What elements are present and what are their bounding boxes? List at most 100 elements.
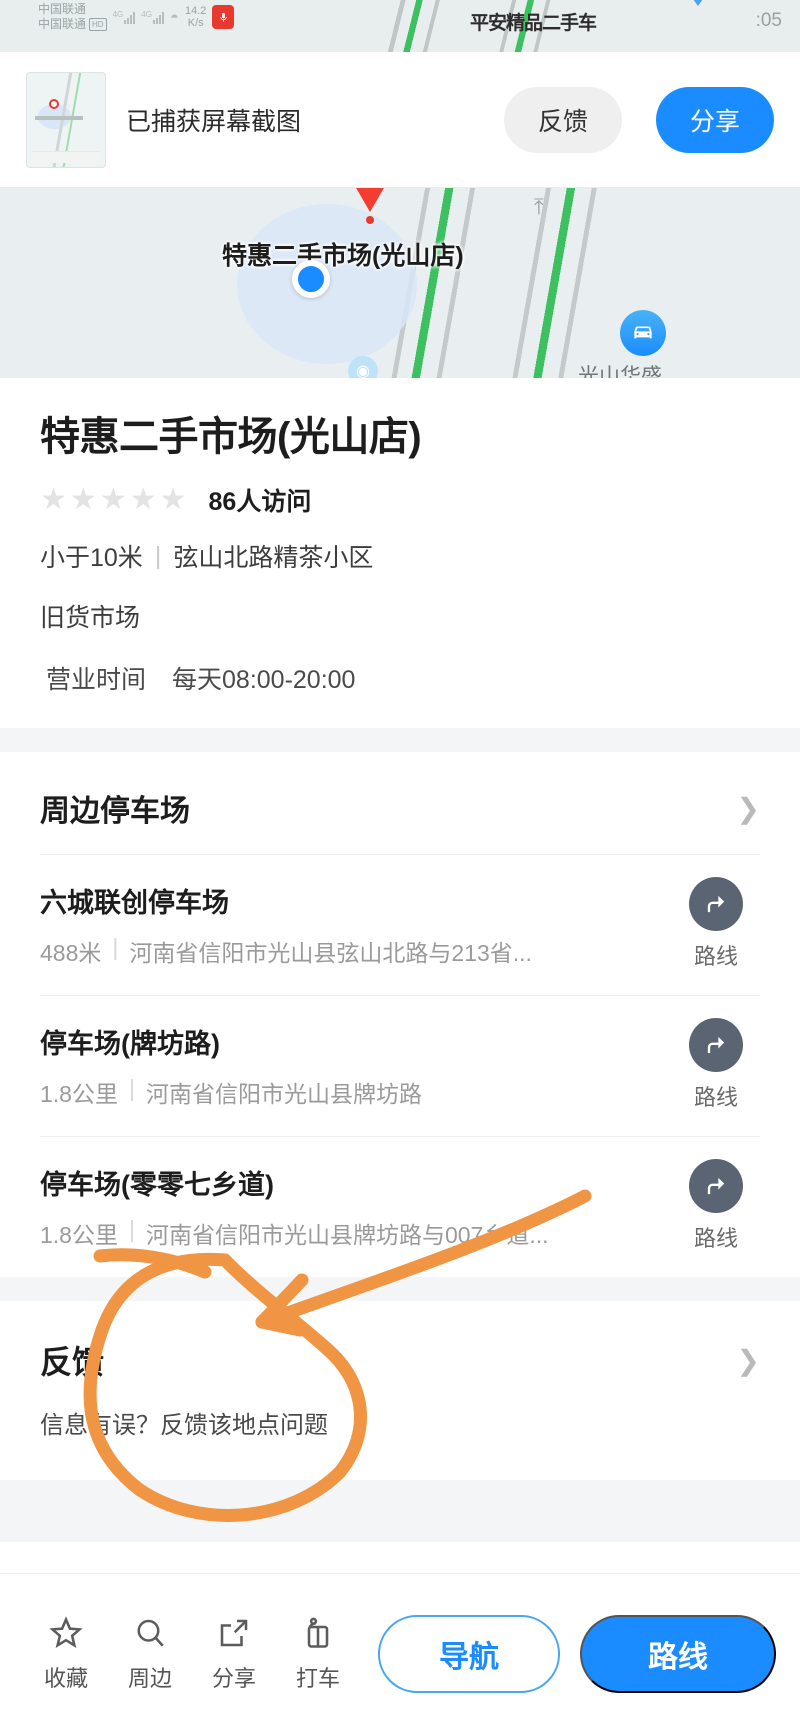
route-button[interactable]: 路线 — [580, 1614, 776, 1693]
microphone-icon — [212, 5, 235, 29]
feedback-subtitle: 信息有误？反馈该地点问题 — [40, 1412, 328, 1439]
parking-item-distance: 1.8公里 — [40, 1221, 118, 1248]
tab-share[interactable]: 分享 — [192, 1615, 276, 1693]
road-direction-arrow-icon: ⤒ — [534, 194, 544, 219]
tab-nearby-label: 周边 — [127, 1665, 172, 1691]
screenshot-thumbnail[interactable] — [26, 71, 106, 168]
star-icon[interactable]: ★ — [40, 485, 67, 515]
parking-item-name: 停车场(牌坊路) — [40, 1028, 220, 1059]
table-row[interactable]: 六城联创停车场 488米 | 河南省信阳市光山县弦山北路与213省... 路线 — [40, 854, 760, 995]
taxi-icon — [307, 1617, 329, 1648]
parking-route-button[interactable]: 路线 — [672, 1018, 760, 1112]
poi-hours-label: 营业时间 — [46, 666, 147, 694]
parking-route-button[interactable]: 路线 — [672, 1159, 760, 1253]
map-view[interactable]: ⤒ 特惠二手市场(光山店) ◉ 光山华盛... — [0, 188, 800, 378]
parking-route-label: 路线 — [693, 1226, 738, 1251]
parking-item-main: 六城联创停车场 488米 | 河南省信阳市光山县弦山北路与213省... — [40, 881, 672, 968]
rating-stars[interactable]: ★ ★ ★ ★ ★ — [40, 485, 187, 515]
nearby-parking-header[interactable]: 周边停车场 ❯ — [40, 752, 760, 854]
screenshot-notification-message: 已捕获屏幕截图 — [126, 107, 302, 136]
poi-meta-row: 小于10米 | 弦山北路精茶小区 — [40, 538, 760, 574]
search-icon — [137, 1619, 164, 1647]
carrier-name-1: 中国联通 — [38, 2, 87, 16]
tab-taxi[interactable]: 打车 — [276, 1615, 360, 1693]
poi-distance: 小于10米 — [40, 544, 143, 572]
poi-hours-value: 每天08:00-20:00 — [172, 666, 356, 694]
map-place-label: 特惠二手市场(光山店) — [222, 242, 464, 270]
map-pin-anchor-dot — [366, 216, 374, 224]
page-title: 特惠二手市场(光山店) — [40, 415, 422, 459]
signal-bars-icon-2 — [152, 10, 164, 24]
section-divider — [0, 1480, 800, 1542]
poi-info-card: 特惠二手市场(光山店) ★ ★ ★ ★ ★ 86人访问 小于10米 | 弦山北路… — [0, 378, 800, 728]
turn-right-arrow-icon[interactable] — [689, 1018, 743, 1072]
car-poi-icon[interactable] — [620, 310, 666, 356]
network-speed: 14.2 K/s — [185, 5, 206, 29]
status-bar-clock: :05 — [755, 10, 782, 31]
parking-item-sub: 1.8公里 | 河南省信阳市光山县牌坊路与007乡道... — [40, 1216, 610, 1250]
tab-share-label: 分享 — [211, 1665, 256, 1691]
tab-nearby[interactable]: 周边 — [108, 1615, 192, 1693]
parking-item-name: 停车场(零零七乡道) — [40, 1169, 274, 1200]
hd-badge: HD — [89, 18, 107, 31]
primary-actions: 导航 路线 — [378, 1614, 776, 1693]
parking-item-address: 河南省信阳市光山县牌坊路与007乡道... — [145, 1221, 549, 1248]
meta-divider: | — [128, 1074, 135, 1101]
parking-route-label: 路线 — [693, 944, 738, 969]
parking-route-label: 路线 — [693, 1085, 738, 1110]
tab-taxi-label: 打车 — [295, 1665, 340, 1691]
star-icon[interactable]: ★ — [160, 485, 187, 515]
network-type-2: 4G — [141, 10, 152, 19]
network-type-1: 4G — [112, 10, 124, 19]
meta-divider: | — [154, 541, 162, 570]
parking-item-name: 六城联创停车场 — [40, 887, 229, 918]
wifi-icon: ◓ — [169, 8, 179, 26]
parking-route-button[interactable]: 路线 — [672, 877, 760, 971]
signal-indicator-1: 4G — [113, 10, 136, 24]
table-row[interactable]: 停车场(牌坊路) 1.8公里 | 河南省信阳市光山县牌坊路 路线 — [40, 995, 760, 1136]
carrier-row-2: 中国联通 HD — [38, 17, 107, 32]
feedback-section[interactable]: 反馈 ❯ 信息有误？反馈该地点问题 — [0, 1301, 800, 1480]
nearby-parking-title: 周边停车场 — [40, 795, 190, 828]
navigate-button[interactable]: 导航 — [378, 1614, 560, 1693]
meta-divider: | — [128, 1215, 135, 1242]
star-icon — [49, 1615, 83, 1648]
star-icon[interactable]: ★ — [70, 485, 97, 515]
visit-count: 86人访问 — [208, 488, 312, 516]
chevron-right-icon[interactable]: ❯ — [737, 1344, 760, 1377]
chevron-right-icon[interactable]: ❯ — [737, 792, 760, 825]
section-divider — [0, 728, 800, 752]
star-icon[interactable]: ★ — [100, 485, 127, 515]
signal-indicator-2: 4G — [141, 10, 164, 24]
network-speed-unit: K/s — [187, 17, 204, 29]
status-bar-map-pin-icon — [688, 0, 708, 6]
status-bar: 中国联通 中国联通 HD 4G 4G ◓ 14.2 K/s 平安精品二手车:0… — [0, 0, 800, 52]
nearby-parking-section: 周边停车场 ❯ 六城联创停车场 488米 | 河南省信阳市光山县弦山北路与213… — [0, 752, 800, 1277]
turn-right-arrow-icon[interactable] — [689, 877, 743, 931]
network-speed-value: 14.2 — [184, 4, 207, 17]
tab-favorite[interactable]: 收藏 — [24, 1615, 108, 1693]
poi-hours-row: 营业时间 每天08:00-20:00 — [40, 660, 760, 696]
poi-area: 弦山北路精茶小区 — [173, 544, 374, 572]
section-divider — [0, 1277, 800, 1301]
status-bar-left-cluster: 中国联通 中国联通 HD 4G 4G ◓ 14.2 K/s — [38, 2, 235, 32]
table-row[interactable]: 停车场(零零七乡道) 1.8公里 | 河南省信阳市光山县牌坊路与007乡道...… — [40, 1136, 760, 1277]
feedback-title: 反馈 — [40, 1344, 105, 1380]
parking-item-address: 河南省信阳市光山县弦山北路与213省... — [129, 939, 532, 966]
feedback-header[interactable]: 反馈 ❯ — [40, 1337, 760, 1383]
status-bar-overlay-poi-label: 平安精品二手车 — [470, 13, 597, 34]
poi-category: 旧货市场 — [40, 604, 141, 632]
turn-right-arrow-icon[interactable] — [689, 1159, 743, 1213]
app-root: 中国联通 中国联通 HD 4G 4G ◓ 14.2 K/s 平安精品二手车:0… — [0, 0, 800, 1733]
star-icon[interactable]: ★ — [130, 485, 157, 515]
parking-item-sub: 488米 | 河南省信阳市光山县弦山北路与213省... — [40, 934, 610, 968]
screenshot-notification-banner[interactable]: 已捕获屏幕截图 反馈 分享 — [0, 52, 800, 188]
parking-item-main: 停车场(零零七乡道) 1.8公里 | 河南省信阳市光山县牌坊路与007乡道... — [40, 1163, 672, 1250]
car-poi-label: 光山华盛... — [578, 365, 680, 378]
share-icon — [220, 1619, 248, 1646]
parking-item-address: 河南省信阳市光山县牌坊路 — [145, 1080, 422, 1107]
parking-item-distance: 488米 — [40, 939, 102, 966]
screenshot-share-button[interactable]: 分享 — [655, 86, 774, 153]
screenshot-feedback-button[interactable]: 反馈 — [503, 86, 622, 153]
map-secondary-poi-icon[interactable]: ◉ — [348, 356, 378, 378]
